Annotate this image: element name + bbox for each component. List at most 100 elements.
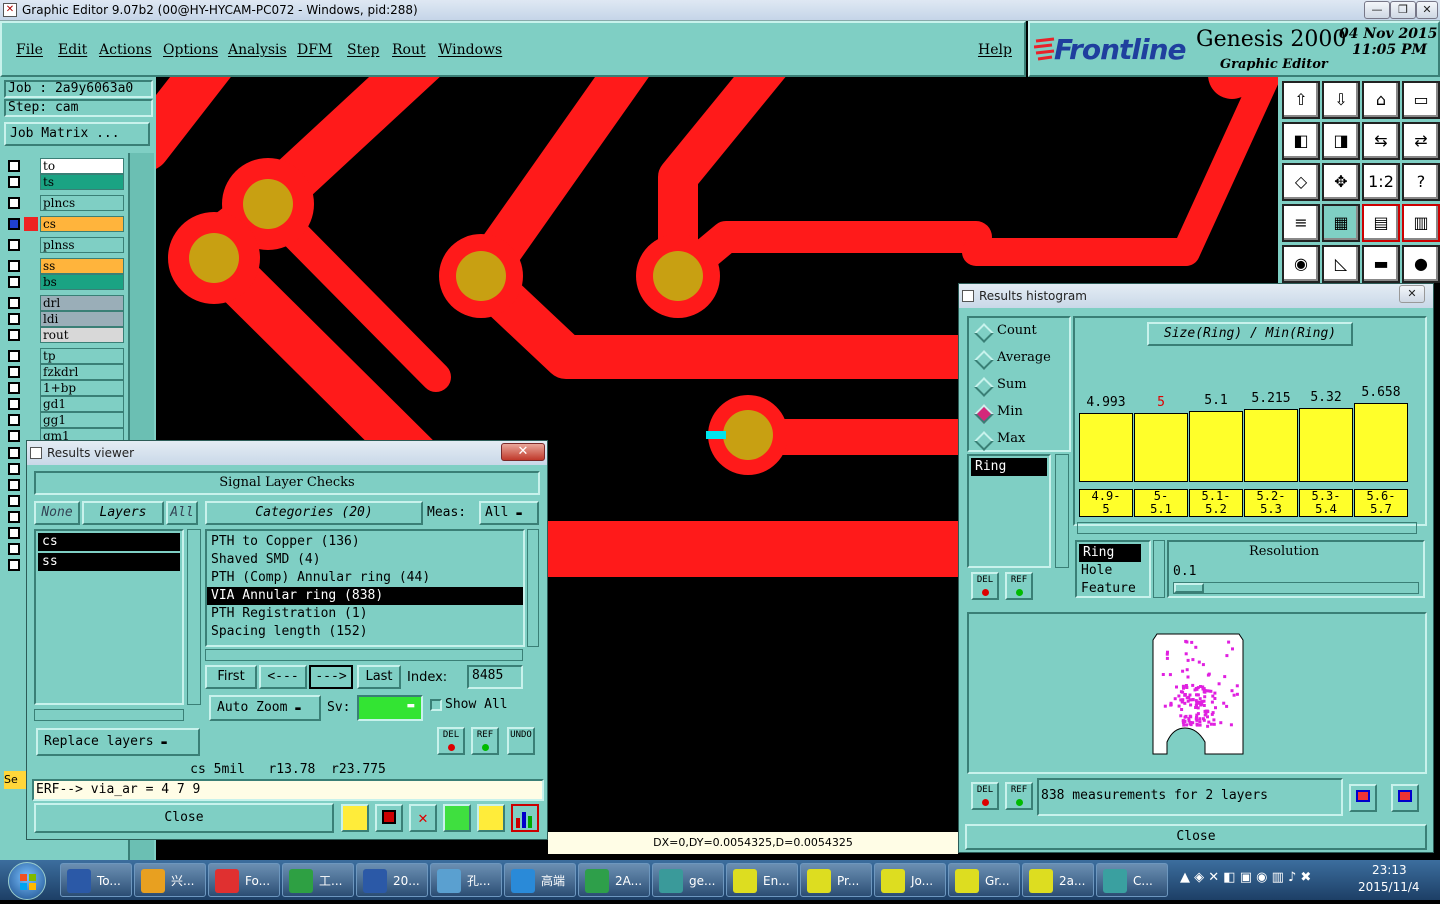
taskbar-item[interactable]: Fo...	[208, 863, 280, 897]
layer-checkbox[interactable]	[8, 366, 20, 378]
categories-button[interactable]: Categories (20)	[205, 501, 423, 525]
prev-button[interactable]: <---	[259, 665, 307, 689]
grid-icon[interactable]: ▦	[1322, 204, 1360, 242]
ref-button[interactable]: REF	[471, 727, 499, 755]
menu-edit[interactable]: Edit	[58, 42, 87, 58]
preview-ref-button[interactable]: REF	[1005, 782, 1033, 810]
menu-options[interactable]: Options	[163, 42, 218, 58]
numbering-icon[interactable]	[443, 804, 471, 832]
mode-radio[interactable]	[974, 404, 994, 424]
layer-name[interactable]: to	[40, 158, 124, 174]
category-item[interactable]: Shaved SMD (4)	[207, 551, 523, 569]
histogram-icon[interactable]	[511, 804, 539, 832]
results-viewer-close-icon[interactable]: ✕	[501, 443, 545, 461]
next-button[interactable]: --->	[309, 665, 353, 689]
layer-name[interactable]: drl	[40, 295, 124, 311]
menu-dfm[interactable]: DFM	[297, 42, 332, 58]
layer-row-ldi[interactable]: ldi	[6, 311, 124, 327]
taskbar-item[interactable]: To...	[60, 863, 132, 897]
pan-left-icon[interactable]: ◧	[1282, 122, 1320, 160]
taskbar-item[interactable]: Gr...	[948, 863, 1020, 897]
layer-name[interactable]: ss	[40, 258, 124, 274]
layer-row-gd1[interactable]: gd1	[6, 396, 124, 412]
home-icon[interactable]: ⌂	[1362, 81, 1400, 119]
undo-button[interactable]: UNDO	[507, 727, 535, 755]
snap-icon[interactable]: ◉	[1282, 245, 1320, 283]
layer-name[interactable]: gd1	[40, 396, 124, 412]
layer-checkbox[interactable]	[8, 276, 20, 288]
category-item[interactable]: PTH Registration (1)	[207, 605, 523, 623]
taskbar-item[interactable]: 孔...	[430, 863, 502, 897]
report-icon[interactable]	[375, 804, 403, 832]
taskbar-item[interactable]: ge...	[652, 863, 724, 897]
swap-icon[interactable]: ⇆	[1362, 122, 1400, 160]
layer-red2-icon[interactable]: ▥	[1402, 204, 1440, 242]
attribute-item[interactable]: Hole	[1077, 562, 1149, 580]
layer-name[interactable]: plncs	[40, 195, 124, 211]
layers-button[interactable]: Layers	[82, 501, 164, 525]
histogram-close-button[interactable]: Close	[965, 824, 1427, 850]
show-all-checkbox[interactable]	[430, 699, 442, 711]
layer-checkbox[interactable]	[8, 350, 20, 362]
del-button[interactable]: DEL	[437, 727, 465, 755]
tray-icons[interactable]: ▲ ◈ ✕ ◧ ▣ ◉ ▥ ♪ ✖	[1180, 870, 1350, 890]
layer-checkbox[interactable]	[8, 543, 20, 555]
clock-date[interactable]: 2015/11/4	[1358, 880, 1420, 894]
taskbar-item[interactable]: Jo...	[874, 863, 946, 897]
first-button[interactable]: First	[205, 665, 257, 689]
histogram-bar[interactable]	[1299, 407, 1353, 482]
layer-name[interactable]: cs	[40, 216, 124, 232]
histogram-bar[interactable]	[1244, 409, 1298, 482]
attribute-scrollbar[interactable]	[1153, 540, 1165, 598]
layer-checkbox[interactable]	[8, 329, 20, 341]
layer-name[interactable]: fzkdrl	[40, 364, 124, 380]
sv-select[interactable]: ▬	[357, 695, 423, 721]
category-list-hscroll[interactable]	[205, 649, 523, 661]
layer-row-to[interactable]: to	[6, 158, 124, 174]
layer-checkbox[interactable]	[8, 447, 20, 459]
resolution-slider[interactable]	[1173, 582, 1419, 594]
taskbar-item[interactable]: En...	[726, 863, 798, 897]
results-viewer-close-button[interactable]: Close	[34, 803, 334, 833]
preview-del-button[interactable]: DEL	[971, 782, 999, 810]
measure-icon[interactable]: ◺	[1322, 245, 1360, 283]
category-list-scrollbar[interactable]	[527, 529, 539, 647]
layer-row-1+bp[interactable]: 1+bp	[6, 380, 124, 396]
help-icon[interactable]: ?	[1402, 163, 1440, 201]
layer-row-tp[interactable]: tp	[6, 348, 124, 364]
mode-radio[interactable]	[974, 377, 994, 397]
layer-checkbox[interactable]	[8, 160, 20, 172]
pan-icon[interactable]: ✥	[1322, 163, 1360, 201]
layer-checkbox[interactable]	[8, 479, 20, 491]
layer-checkbox[interactable]	[8, 313, 20, 325]
layer-checkbox[interactable]	[8, 527, 20, 539]
layer-red-icon[interactable]: ▤	[1362, 204, 1400, 242]
window-icon[interactable]: ▭	[1402, 81, 1440, 119]
layer-row-ts[interactable]: ts	[6, 174, 124, 190]
layer-list-scrollbar[interactable]	[187, 529, 201, 705]
close-window-button[interactable]: ✕	[1416, 1, 1438, 19]
layer-checkbox[interactable]	[8, 495, 20, 507]
layer-row-rout[interactable]: rout	[6, 327, 124, 343]
layer-row-ss[interactable]: ss	[6, 258, 124, 274]
taskbar-item[interactable]: 2A...	[578, 863, 650, 897]
layer-row-gg1[interactable]: gg1	[6, 412, 124, 428]
layer-row-cs[interactable]: cs	[6, 216, 124, 232]
layer-checkbox[interactable]	[8, 463, 20, 475]
attribute-item[interactable]: Feature	[1077, 580, 1149, 598]
category-item[interactable]: VIA Annular ring (838)	[207, 587, 523, 605]
menu-file[interactable]: File	[16, 42, 43, 58]
layer-checkbox[interactable]	[8, 218, 20, 230]
flip-icon[interactable]: ⇄	[1402, 122, 1440, 160]
menu-help[interactable]: Help	[978, 42, 1012, 58]
none-button[interactable]: None	[34, 501, 80, 525]
fit-icon[interactable]: ◇	[1282, 163, 1320, 201]
layer-list-item[interactable]: cs	[38, 533, 180, 551]
notes-icon[interactable]	[477, 804, 505, 832]
zoom-up-icon[interactable]: ⇧	[1282, 81, 1320, 119]
layer-checkbox[interactable]	[8, 398, 20, 410]
taskbar-item[interactable]: 20...	[356, 863, 428, 897]
index-input[interactable]: 8485	[467, 665, 523, 689]
layer-row-fzkdrl[interactable]: fzkdrl	[6, 364, 124, 380]
menu-windows[interactable]: Windows	[438, 42, 502, 58]
